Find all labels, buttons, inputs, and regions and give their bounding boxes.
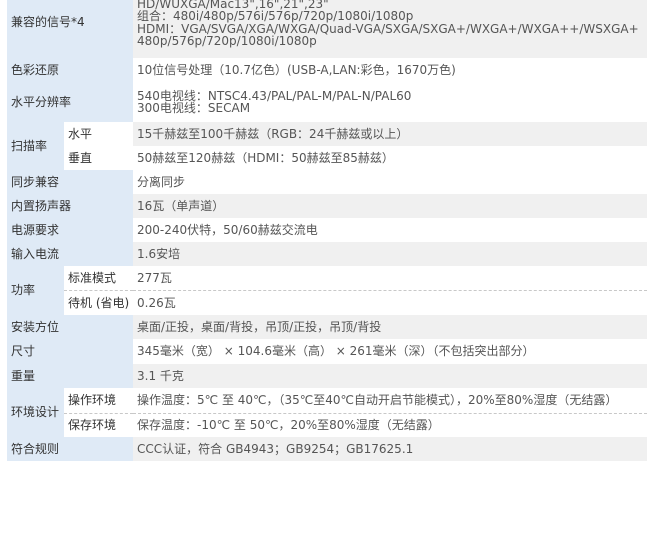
row-value: HD/WUXGA/Mac13",16",21",23" 组合：480i/480p… [133, 0, 648, 58]
row-value: 16瓦（单声道） [133, 194, 648, 218]
row-label: 兼容的信号*4 [7, 0, 134, 58]
row-label: 输入电流 [7, 242, 134, 266]
sub-label: 操作环境 [64, 388, 134, 414]
sub-label: 待机 (省电) [64, 290, 134, 315]
row-value: CCC认证，符合 GB4943；GB9254；GB17625.1 [133, 437, 648, 461]
row-label: 符合规则 [7, 437, 134, 461]
value-line: 480p/576p/720p/1080i/1080p [137, 34, 317, 48]
row-label: 色彩还原 [7, 58, 134, 82]
row-power: 电源要求 200-240伏特，50/60赫兹交流电 [7, 218, 648, 242]
row-value: 桌面/正投，桌面/背投，吊顶/正投，吊顶/背投 [133, 315, 648, 339]
sub-label: 垂直 [64, 146, 134, 170]
spec-table: 兼容的信号*4 HD/WUXGA/Mac13",16",21",23" 组合：4… [7, 0, 648, 461]
row-sync: 同步兼容 分离同步 [7, 170, 648, 194]
row-label: 功率 [7, 266, 64, 315]
row-install: 安装方位 桌面/正投，桌面/背投，吊顶/正投，吊顶/背投 [7, 315, 648, 339]
row-value: 277瓦 [133, 266, 648, 291]
row-compliance: 符合规则 CCC认证，符合 GB4943；GB9254；GB17625.1 [7, 437, 648, 461]
value-line: 组合：480i/480p/576i/576p/720p/1080i/1080p [137, 9, 414, 23]
value-line: 300电视线：SECAM [137, 101, 251, 115]
row-weight: 重量 3.1 千克 [7, 364, 648, 388]
row-value: 操作温度：5℃ 至 40℃，（35℃至40℃自动开启节能模式），20%至80%湿… [133, 388, 648, 414]
row-label: 内置扬声器 [7, 194, 134, 218]
sub-label: 标准模式 [64, 266, 134, 291]
sub-label: 水平 [64, 122, 134, 146]
row-power-standby: 待机 (省电) 0.26瓦 [7, 290, 648, 315]
row-env-storage: 保存环境 保存温度：-10℃ 至 50℃，20%至80%湿度（无结露） [7, 413, 648, 437]
row-color-reproduction: 色彩还原 10位信号处理（10.7亿色）(USB-A,LAN:彩色，1670万色… [7, 58, 648, 82]
row-label: 同步兼容 [7, 170, 134, 194]
row-value: 50赫兹至120赫兹（HDMI：50赫兹至85赫兹） [133, 146, 648, 170]
row-label: 扫描率 [7, 122, 64, 170]
row-value: 保存温度：-10℃ 至 50℃，20%至80%湿度（无结露） [133, 413, 648, 437]
row-scan-rate-horizontal: 扫描率 水平 15千赫兹至100千赫兹（RGB：24千赫兹或以上） [7, 122, 648, 170]
row-value: 1.6安培 [133, 242, 648, 266]
row-value: 3.1 千克 [133, 364, 648, 388]
row-value: 0.26瓦 [133, 290, 648, 315]
row-input-current: 输入电流 1.6安培 [7, 242, 648, 266]
row-label: 尺寸 [7, 339, 134, 364]
row-label: 环境设计 [7, 388, 64, 437]
row-label: 安装方位 [7, 315, 134, 339]
row-scan-rate-vertical: 垂直 50赫兹至120赫兹（HDMI：50赫兹至85赫兹） [7, 146, 648, 170]
row-label: 水平分辨率 [7, 82, 134, 122]
row-size: 尺寸 345毫米（宽） × 104.6毫米（高） × 261毫米（深）（不包括突… [7, 339, 648, 364]
row-speaker: 内置扬声器 16瓦（单声道） [7, 194, 648, 218]
row-value: 345毫米（宽） × 104.6毫米（高） × 261毫米（深）（不包括突出部分… [133, 339, 648, 364]
row-value: 分离同步 [133, 170, 648, 194]
row-value: 540电视线：NTSC4.43/PAL/PAL-M/PAL-N/PAL60 30… [133, 82, 648, 122]
sub-label: 保存环境 [64, 413, 134, 437]
row-value: 200-240伏特，50/60赫兹交流电 [133, 218, 648, 242]
row-env-operating: 环境设计 操作环境 操作温度：5℃ 至 40℃，（35℃至40℃自动开启节能模式… [7, 388, 648, 437]
row-compatible-signals: 兼容的信号*4 HD/WUXGA/Mac13",16",21",23" 组合：4… [7, 0, 648, 58]
row-value: 15千赫兹至100千赫兹（RGB：24千赫兹或以上） [133, 122, 648, 146]
row-label: 重量 [7, 364, 134, 388]
row-label: 电源要求 [7, 218, 134, 242]
row-horizontal-resolution: 水平分辨率 540电视线：NTSC4.43/PAL/PAL-M/PAL-N/PA… [7, 82, 648, 122]
row-value: 10位信号处理（10.7亿色）(USB-A,LAN:彩色，1670万色) [133, 58, 648, 82]
row-power-standard: 功率 标准模式 277瓦 [7, 266, 648, 315]
